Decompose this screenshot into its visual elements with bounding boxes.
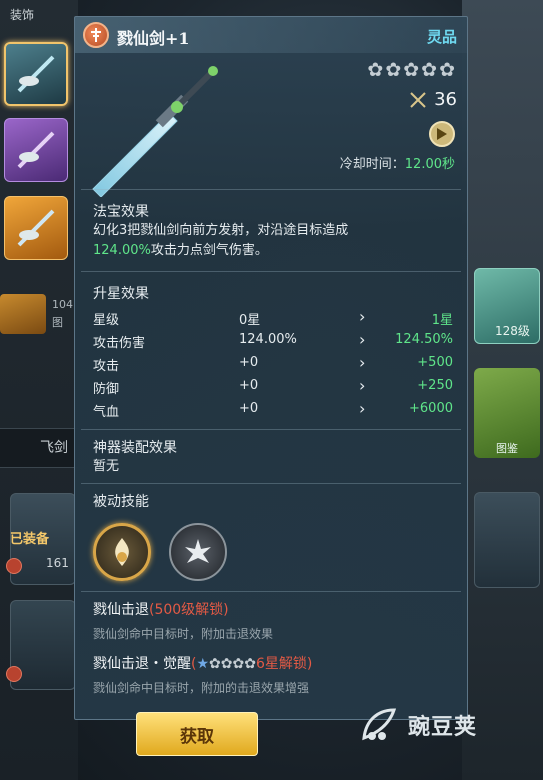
background-label: 图: [52, 316, 63, 329]
upgrade-row-next: 124.50%: [395, 332, 453, 347]
skill1-desc: 戮仙剑命中目标时，附加击退效果: [93, 627, 274, 641]
upgrade-row: 防御 +0 › +250: [93, 376, 453, 400]
flysword-label: 飞剑: [40, 440, 68, 456]
upgrade-row-current: 124.00%: [239, 332, 297, 347]
upgrade-row-label: 气血: [93, 405, 120, 420]
upgrade-row-next: +500: [417, 355, 453, 370]
star-icon: ✿✿✿✿: [209, 656, 256, 672]
watermark: 豌豆荚: [356, 702, 477, 748]
sword-icon: [17, 131, 55, 169]
item-title: 戮仙剑+1: [117, 29, 190, 48]
awaken-stars: ★✿✿✿✿: [196, 656, 255, 672]
upgrade-row: 星级 0星 › 1星: [93, 307, 453, 331]
divider: [81, 591, 461, 592]
sword-illustration: [92, 66, 218, 197]
upgrade-row-current: 0星: [239, 313, 261, 328]
book-icon[interactable]: [0, 294, 46, 334]
skill2-title: 戮仙击退・觉醒: [93, 656, 191, 672]
decoration-tab[interactable]: 装饰: [10, 6, 34, 23]
divider: [81, 189, 461, 190]
background-number: 104: [52, 298, 73, 311]
skill2-name: 戮仙击退・觉醒(★✿✿✿✿6星解锁): [93, 653, 312, 673]
divider: [81, 429, 461, 430]
play-icon: [437, 128, 447, 140]
item-grade: 灵品: [426, 28, 457, 46]
treasure-badge-icon: [83, 22, 109, 48]
sword-slot-gold[interactable]: [4, 196, 68, 260]
cooldown-label: 冷却时间：: [339, 157, 405, 172]
burst-icon: [185, 539, 211, 563]
star-upgrade-title: 升星效果: [93, 286, 149, 302]
arrow-right-icon: ›: [359, 353, 366, 372]
upgrade-row-label: 攻击: [93, 359, 120, 374]
cooldown: 冷却时间：12.00秒: [340, 153, 455, 172]
skill-knockback-icon[interactable]: [93, 523, 151, 581]
divider: [81, 271, 461, 272]
upgrade-row-next: +250: [417, 378, 453, 393]
upgrade-row-current: +0: [239, 355, 259, 370]
treasure-effect-line: 幻化3把戮仙剑向前方发射，对沿途目标造成: [93, 223, 349, 238]
upgrade-row: 气血 +0 › +6000: [93, 399, 453, 423]
artifact-value: 暂无: [93, 459, 120, 474]
upgrade-row: 攻击伤害 124.00% › 124.50%: [93, 330, 453, 354]
upgrade-row-next: 1星: [431, 313, 453, 328]
treasure-effect-desc: 幻化3把戮仙剑向前方发射，对沿途目标造成 124.00%攻击力点剑气伤害。: [93, 221, 459, 261]
upgrade-row-next: +6000: [409, 401, 453, 416]
wandoujia-logo-icon: [362, 708, 397, 741]
equipped-tag: 已装备: [10, 532, 50, 547]
upgrade-row-label: 防御: [93, 382, 120, 397]
sword-slot-purple[interactable]: [4, 118, 68, 182]
star-rating: ✿ ✿ ✿ ✿ ✿: [367, 61, 455, 80]
star-icon: ✿: [403, 59, 420, 81]
equipped-level: 161: [46, 556, 69, 570]
skill1-name: 戮仙击退(500级解锁): [93, 599, 229, 619]
power-value: 36: [434, 89, 457, 110]
upgrade-row-current: +0: [239, 401, 259, 416]
arrow-right-icon: ›: [359, 307, 366, 326]
upgrade-row-label: 攻击伤害: [93, 336, 146, 351]
skill2-desc: 戮仙剑命中目标时，附加的击退效果增强: [93, 681, 310, 695]
arrow-right-icon: ›: [359, 399, 366, 418]
upgrade-row-current: +0: [239, 378, 259, 393]
notification-dot: [6, 666, 22, 682]
equipment-card-right[interactable]: [474, 492, 540, 588]
crossed-swords-icon: [410, 91, 426, 108]
upgrade-row-label: 星级: [93, 313, 120, 328]
sword-slot-selected[interactable]: [4, 42, 68, 106]
arrow-right-icon: ›: [359, 330, 366, 349]
treasure-effect-title: 法宝效果: [93, 204, 149, 220]
get-button[interactable]: 获取: [136, 712, 258, 756]
sword-icon: [17, 209, 55, 247]
star-icon: ★: [196, 656, 210, 672]
damage-percent: 124.00%: [93, 243, 151, 258]
arrow-right-icon: ›: [359, 376, 366, 395]
watermark-text: 豌豆荚: [408, 715, 478, 740]
skill1-lock: (500级解锁): [149, 602, 229, 618]
collection-label: 图鉴: [496, 442, 518, 455]
skill2-lock: 6星解锁): [255, 656, 313, 672]
item-detail-panel: 戮仙剑+1 灵品 ✿ ✿ ✿ ✿ ✿ 36 冷却时间：12.00秒 法宝效果 幻…: [74, 16, 468, 720]
cooldown-value: 12.00秒: [404, 157, 455, 172]
star-icon: ✿: [439, 59, 455, 81]
robe-level: 128级: [495, 324, 530, 338]
skill-awaken-icon[interactable]: [169, 523, 227, 581]
upgrade-row: 攻击 +0 › +500: [93, 353, 453, 377]
star-icon: ✿: [367, 59, 384, 81]
divider: [81, 483, 461, 484]
passive-title: 被动技能: [93, 494, 149, 510]
notification-dot: [6, 558, 22, 574]
flame-icon: [115, 538, 129, 566]
play-preview-button[interactable]: [429, 121, 455, 147]
damage-desc: 攻击力点剑气伤害。: [150, 243, 268, 258]
artifact-title: 神器装配效果: [93, 440, 177, 456]
treasure-effect-line: 124.00%攻击力点剑气伤害。: [93, 241, 459, 261]
sword-icon: [17, 55, 55, 93]
skill1-title: 戮仙击退: [93, 602, 149, 618]
power-rating: 36: [408, 89, 457, 110]
star-icon: ✿: [421, 59, 438, 81]
star-icon: ✿: [385, 59, 402, 81]
